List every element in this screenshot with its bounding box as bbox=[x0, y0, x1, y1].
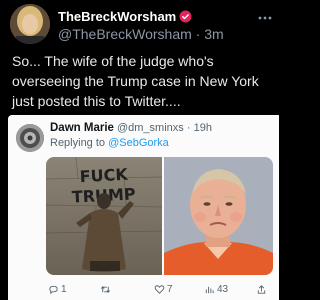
quoted-tweet-card[interactable]: Dawn Marie @dm_sminxs · 19h Replying to … bbox=[8, 115, 279, 300]
replying-to: Replying to @SebGorka bbox=[50, 137, 169, 149]
heart-icon bbox=[154, 284, 165, 294]
reply-count: 1 bbox=[61, 283, 67, 295]
quoted-separator: · bbox=[186, 122, 194, 134]
quoted-action-bar: 1 7 43 bbox=[48, 281, 279, 297]
reply-action[interactable]: 1 bbox=[48, 284, 67, 295]
more-options-icon[interactable] bbox=[257, 10, 273, 26]
quoted-author-row: Dawn Marie @dm_sminxs · 19h bbox=[50, 122, 212, 134]
tweet-time[interactable]: 3m bbox=[204, 26, 223, 42]
retweet-action[interactable] bbox=[100, 284, 113, 295]
quoted-handle[interactable]: @dm_sminxs bbox=[117, 122, 184, 134]
author-avatar[interactable] bbox=[10, 4, 50, 44]
handle-separator: · bbox=[195, 26, 205, 42]
tweet-header: TheBreckWorsham @TheBreckWorsham · 3m bbox=[10, 4, 273, 46]
graffiti-photo[interactable]: FUCK TRUMP bbox=[46, 157, 162, 275]
views-action[interactable]: 43 bbox=[204, 284, 228, 295]
views-count: 43 bbox=[217, 283, 229, 295]
graffiti-text: FUCK bbox=[79, 165, 129, 187]
verified-badge-icon bbox=[179, 10, 192, 23]
replying-prefix: Replying to bbox=[50, 137, 106, 149]
author-display-name[interactable]: TheBreckWorsham bbox=[58, 9, 176, 24]
quoted-display-name[interactable]: Dawn Marie bbox=[50, 122, 114, 134]
replying-mention-link[interactable]: @SebGorka bbox=[108, 137, 169, 149]
like-count: 7 bbox=[167, 283, 173, 295]
retweet-icon bbox=[101, 285, 110, 293]
reply-icon bbox=[49, 285, 58, 294]
like-action[interactable]: 7 bbox=[154, 284, 173, 295]
author-name-row: TheBreckWorsham bbox=[58, 9, 192, 24]
mugshot-photo[interactable] bbox=[164, 157, 273, 275]
share-icon bbox=[257, 284, 266, 294]
quoted-author-avatar[interactable] bbox=[16, 124, 44, 152]
quoted-time[interactable]: 19h bbox=[194, 122, 212, 134]
views-chart-icon bbox=[205, 286, 214, 293]
tweet-text: So... The wife of the judge who's overse… bbox=[12, 53, 259, 109]
author-handle-row: @TheBreckWorsham · 3m bbox=[58, 26, 224, 42]
author-handle[interactable]: @TheBreckWorsham bbox=[58, 26, 192, 42]
share-action[interactable] bbox=[256, 284, 267, 295]
